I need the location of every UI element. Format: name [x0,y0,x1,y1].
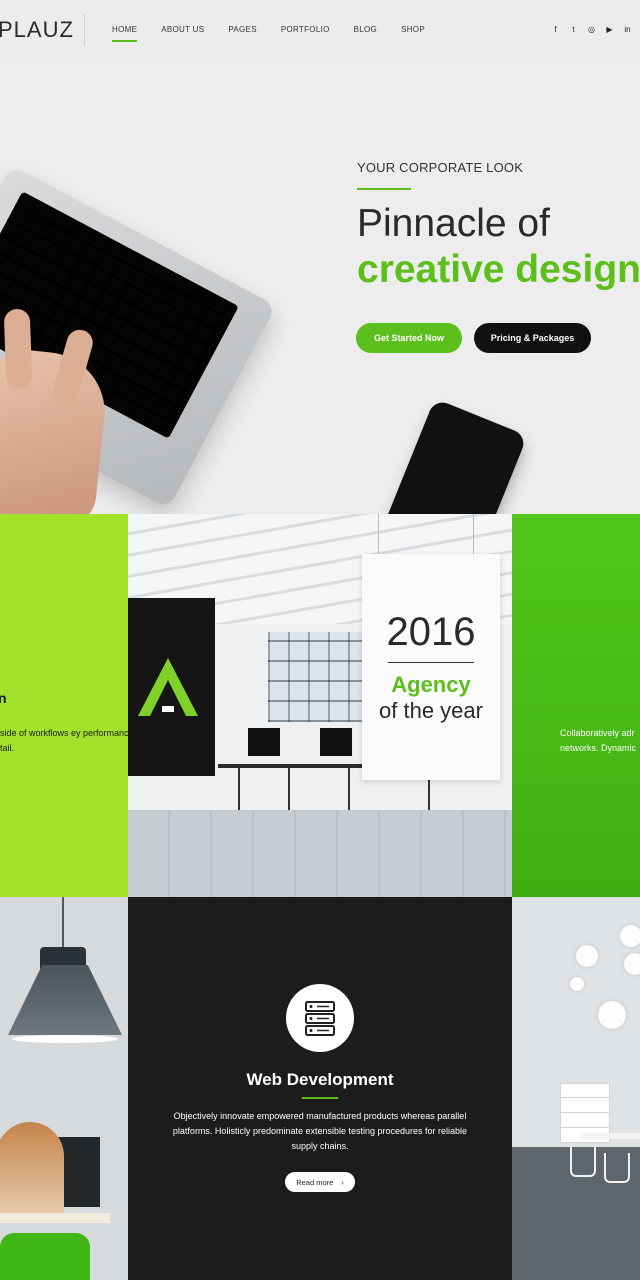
lamp-cord [62,897,64,947]
pendant-lamp-image [8,965,122,1035]
people-photo-tile [0,897,128,1280]
person-image [0,1122,64,1222]
service-tile: Web Development Objectively innovate emp… [128,897,512,1280]
menu-item-blog[interactable]: BLOG [354,25,377,34]
chevron-right-icon: › [341,1177,344,1187]
facebook-icon[interactable]: f [551,25,560,35]
phone-image [382,398,528,514]
lamp-glow [12,1035,118,1043]
green-tile-text-line2: networks. Dynamic [560,743,637,753]
office-window [268,632,363,722]
monitor-image [248,728,280,756]
menu-item-about-us[interactable]: ABOUT US [161,25,204,34]
twitter-icon[interactable]: t [569,25,578,35]
service-icon-circle [286,984,354,1052]
book-image [0,1213,110,1223]
hero-eyebrow: YOUR CORPORATE LOOK [357,160,524,175]
read-more-button[interactable]: Read more › [285,1172,355,1192]
service-description: Objectively innovate empowered manufactu… [172,1111,468,1151]
eyebrow-underline [357,188,411,190]
logo-divider [84,14,85,46]
pendant-light [570,977,584,991]
desk-leg [288,768,290,810]
table-image [580,1133,640,1139]
hero-title-line2: creative design [357,248,640,291]
poster-agency: Agency [391,672,471,697]
read-more-label: Read more [296,1177,334,1187]
hero-section: YOUR CORPORATE LOOK Pinnacle of creative… [0,62,640,514]
office-floor [128,810,512,897]
main-menu: HOME ABOUT US PAGES PORTFOLIO BLOG SHOP [112,25,449,42]
server-icon [305,1001,335,1036]
pendant-light [620,925,640,947]
top-navigation: PLAUZ HOME ABOUT US PAGES PORTFOLIO BLOG… [0,0,640,62]
poster-tagline: of the year [379,698,483,723]
green-chair-image [0,1233,90,1280]
desk-leg [238,768,240,810]
youtube-icon[interactable]: ▶ [605,25,614,35]
lime-feature-tile: n side of workflows ey performance ing t… [0,514,128,897]
office-photo-tile: 2016 Agency of the year [128,514,512,897]
linkedin-icon[interactable]: in [623,25,632,35]
brand-panel [128,598,215,776]
green-tile-text-line1: Collaboratively adr [560,728,635,738]
pendant-light [624,953,640,975]
service-title-underline [302,1097,338,1099]
desk-leg [348,768,350,810]
site-logo[interactable]: PLAUZ [0,17,74,43]
monitor-image [320,728,352,756]
service-title: Web Development [246,1070,394,1089]
poster-year: 2016 [386,610,476,654]
menu-item-pages[interactable]: PAGES [228,25,256,34]
finger-image [3,308,33,390]
lime-tile-text: side of workflows ey performance ing tai… [0,728,128,753]
room-photo-tile [512,897,640,1280]
menu-item-portfolio[interactable]: PORTFOLIO [281,25,330,34]
poster-divider [388,662,474,663]
hero-title-line1: Pinnacle of [357,202,550,245]
award-poster: 2016 Agency of the year [362,554,500,780]
lime-tile-title: n [0,690,7,706]
chair-image [570,1147,596,1177]
menu-item-home[interactable]: HOME [112,25,138,42]
pendant-light [576,945,598,967]
chair-image [604,1153,630,1183]
get-started-button[interactable]: Get Started Now [356,323,462,353]
social-links: f t ◎ ▶ in [551,25,632,35]
pricing-packages-button[interactable]: Pricing & Packages [474,323,591,353]
instagram-icon[interactable]: ◎ [587,25,596,35]
green-feature-tile: Collaboratively adr networks. Dynamic [512,514,640,897]
a-logo-icon [138,658,198,716]
pendant-light [598,1001,626,1029]
menu-item-shop[interactable]: SHOP [401,25,425,34]
